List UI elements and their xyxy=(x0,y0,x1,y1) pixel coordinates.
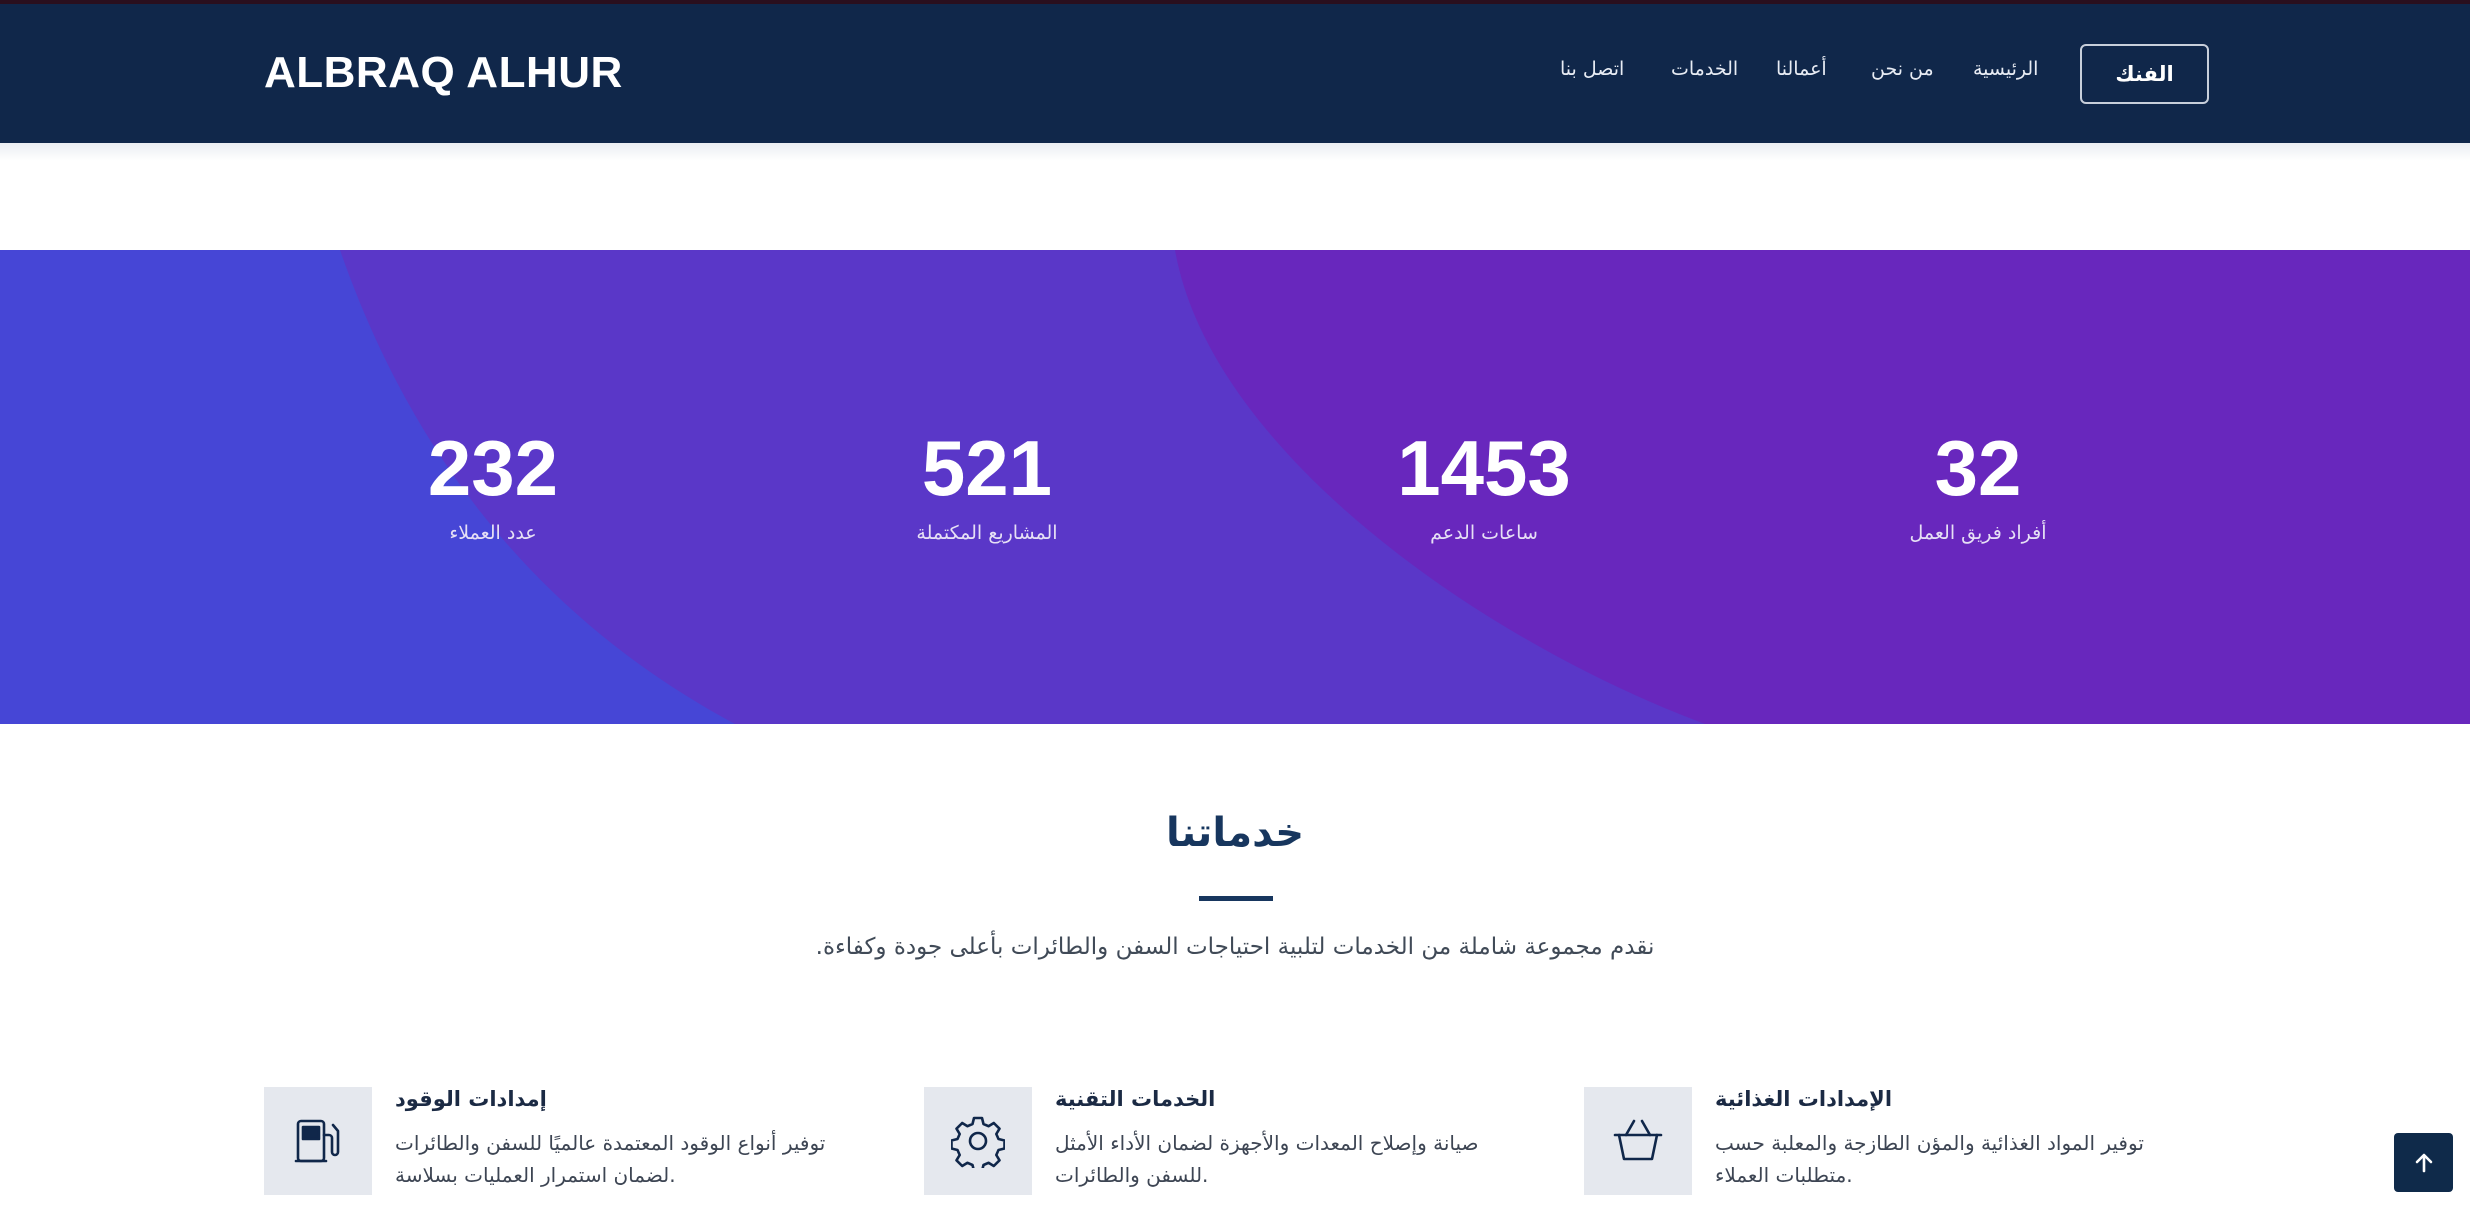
service-food: الإمدادات الغذائية توفير المواد الغذائية… xyxy=(1584,1087,2184,1197)
stat-clients-value: 232 xyxy=(427,424,559,512)
site-header: ALBRAQ ALHUR الرئيسية من نحن أعمالنا الخ… xyxy=(0,4,2470,143)
title-underline xyxy=(1199,896,1273,901)
stat-team-label: أفراد فريق العمل xyxy=(1909,522,2047,544)
header-shadow xyxy=(0,143,2470,161)
nav-services[interactable]: الخدمات xyxy=(1671,58,1738,80)
stat-projects-label: المشاريع المكتملة xyxy=(916,522,1058,544)
stat-support-hours-value: 1453 xyxy=(1397,424,1571,512)
arrow-up-icon xyxy=(2415,1153,2432,1172)
basket-icon xyxy=(1584,1087,1692,1195)
nav-contact[interactable]: اتصل بنا xyxy=(1560,58,1624,80)
service-food-desc: توفير المواد الغذائية والمؤن الطازجة وال… xyxy=(1715,1131,2144,1187)
gear-icon xyxy=(924,1087,1032,1195)
stat-support-hours: 1453 ساعات الدعم xyxy=(1294,426,1674,544)
service-food-title: الإمدادات الغذائية xyxy=(1715,1087,1893,1111)
stat-projects: 521 المشاريع المكتملة xyxy=(797,426,1177,544)
stat-clients-label: عدد العملاء xyxy=(449,522,537,544)
nav-home[interactable]: الرئيسية xyxy=(1973,58,2038,80)
services-title: خدماتنا xyxy=(1165,810,1305,856)
service-technical-title: الخدمات التقنية xyxy=(1055,1087,1216,1111)
stats-section: 232 عدد العملاء 521 المشاريع المكتملة 14… xyxy=(0,250,2470,724)
stat-team: 32 أفراد فريق العمل xyxy=(1788,426,2168,544)
service-fuel-title: إمدادات الوقود xyxy=(395,1087,547,1111)
stat-clients: 232 عدد العملاء xyxy=(303,426,683,544)
stat-projects-value: 521 xyxy=(921,424,1053,512)
fuel-pump-icon xyxy=(264,1087,372,1195)
service-technical: الخدمات التقنية صيانة وإصلاح المعدات وال… xyxy=(924,1087,1524,1197)
service-technical-desc: صيانة وإصلاح المعدات والأجهزة لضمان الأد… xyxy=(1055,1131,1479,1187)
nav-works[interactable]: أعمالنا xyxy=(1776,58,1827,80)
service-fuel-desc: توفير أنواع الوقود المعتمدة عالميًا للسف… xyxy=(395,1131,826,1187)
nav-about[interactable]: من نحن xyxy=(1871,58,1934,80)
scroll-to-top-button[interactable] xyxy=(2394,1133,2453,1192)
service-fuel: إمدادات الوقود توفير أنواع الوقود المعتم… xyxy=(264,1087,864,1197)
header-cta-button[interactable]: الفنك xyxy=(2080,44,2209,104)
brand-logo[interactable]: ALBRAQ ALHUR xyxy=(264,48,623,98)
stat-team-value: 32 xyxy=(1934,424,2022,512)
stat-support-hours-label: ساعات الدعم xyxy=(1430,522,1538,544)
services-subtitle: .نقدم مجموعة شاملة من الخدمات لتلبية احت… xyxy=(815,934,1655,960)
